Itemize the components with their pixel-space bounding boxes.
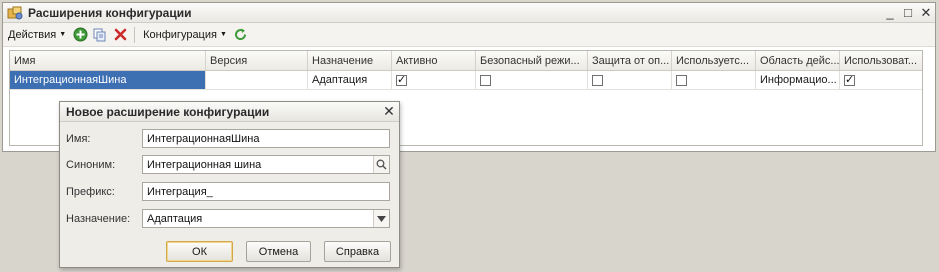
- used-checkbox[interactable]: [676, 75, 687, 86]
- prefix-row: Префикс: Интеграция_: [66, 182, 390, 201]
- cell-name[interactable]: ИнтеграционнаяШина: [10, 71, 206, 89]
- column-header-version[interactable]: Версия: [206, 51, 308, 70]
- configuration-label: Конфигурация: [143, 28, 217, 41]
- column-header-usage[interactable]: Использоват...: [840, 51, 922, 70]
- ok-button[interactable]: ОК: [166, 241, 233, 262]
- new-extension-dialog: Новое расширение конфигурации ✕ Имя: Инт…: [59, 101, 400, 268]
- dialog-title: Новое расширение конфигурации: [66, 104, 270, 119]
- active-checkbox[interactable]: [396, 73, 407, 86]
- usage-checkbox[interactable]: [844, 73, 855, 86]
- prefix-label: Префикс:: [66, 185, 115, 198]
- cancel-button[interactable]: Отмена: [246, 241, 311, 262]
- purpose-row: Назначение: Адаптация: [66, 209, 390, 228]
- column-header-used[interactable]: Используетс...: [672, 51, 756, 70]
- prefix-value: Интеграция_: [147, 185, 213, 198]
- chevron-down-icon: ▼: [59, 31, 67, 38]
- chevron-down-icon[interactable]: [373, 210, 389, 227]
- synonym-field[interactable]: Интеграционная шина: [142, 155, 390, 174]
- synonym-value: Интеграционная шина: [147, 158, 262, 171]
- column-header-active[interactable]: Активно: [392, 51, 476, 70]
- toolbar-separator: [134, 26, 136, 43]
- cell-active[interactable]: [392, 71, 476, 89]
- name-row: Имя: ИнтеграционнаяШина: [66, 129, 390, 148]
- window-titlebar[interactable]: Расширения конфигурации _ □ ✕: [3, 3, 935, 23]
- minimize-button[interactable]: _: [881, 5, 899, 20]
- column-header-name[interactable]: Имя: [10, 51, 206, 70]
- name-label: Имя:: [66, 132, 91, 145]
- configuration-menu-button[interactable]: Конфигурация ▼: [141, 25, 229, 45]
- synonym-label: Синоним:: [66, 158, 116, 171]
- table-header: Имя Версия Назначение Активно Безопасный…: [10, 51, 922, 71]
- close-button[interactable]: ✕: [917, 5, 935, 21]
- synonym-row: Синоним: Интеграционная шина: [66, 155, 390, 174]
- purpose-label: Назначение:: [66, 212, 131, 225]
- help-button[interactable]: Справка: [324, 241, 391, 262]
- purpose-select[interactable]: Адаптация: [142, 209, 390, 228]
- close-icon[interactable]: ✕: [379, 103, 399, 120]
- cell-protection[interactable]: [588, 71, 672, 89]
- chevron-down-icon: ▼: [219, 31, 227, 38]
- add-icon[interactable]: [72, 27, 88, 43]
- column-header-scope[interactable]: Область дейс...: [756, 51, 840, 70]
- cell-version[interactable]: [206, 71, 308, 89]
- name-field[interactable]: ИнтеграционнаяШина: [142, 129, 390, 148]
- copy-icon[interactable]: [92, 27, 108, 43]
- cell-usage[interactable]: [840, 71, 922, 89]
- cell-purpose[interactable]: Адаптация: [308, 71, 392, 89]
- configuration-icon: [7, 6, 23, 20]
- column-header-protection[interactable]: Защита от оп...: [588, 51, 672, 70]
- safe-mode-checkbox[interactable]: [480, 75, 491, 86]
- cell-scope[interactable]: Информацио...: [756, 71, 840, 89]
- dialog-titlebar[interactable]: Новое расширение конфигурации ✕: [60, 102, 399, 122]
- refresh-icon[interactable]: [233, 27, 249, 43]
- cell-used[interactable]: [672, 71, 756, 89]
- search-icon[interactable]: [373, 156, 389, 173]
- column-header-purpose[interactable]: Назначение: [308, 51, 392, 70]
- column-header-safe-mode[interactable]: Безопасный режи...: [476, 51, 588, 70]
- name-value: ИнтеграционнаяШина: [147, 132, 260, 145]
- maximize-button[interactable]: □: [899, 5, 917, 20]
- table-row[interactable]: ИнтеграционнаяШина Адаптация Информацио.…: [10, 71, 922, 90]
- cell-safe-mode[interactable]: [476, 71, 588, 89]
- delete-icon[interactable]: [112, 27, 128, 43]
- actions-menu-button[interactable]: Действия ▼: [6, 25, 68, 45]
- protection-checkbox[interactable]: [592, 75, 603, 86]
- prefix-field[interactable]: Интеграция_: [142, 182, 390, 201]
- purpose-value: Адаптация: [147, 212, 203, 225]
- actions-label: Действия: [8, 28, 57, 41]
- window-title: Расширения конфигурации: [28, 5, 192, 20]
- toolbar: Действия ▼ Конфигурация ▼: [3, 23, 935, 47]
